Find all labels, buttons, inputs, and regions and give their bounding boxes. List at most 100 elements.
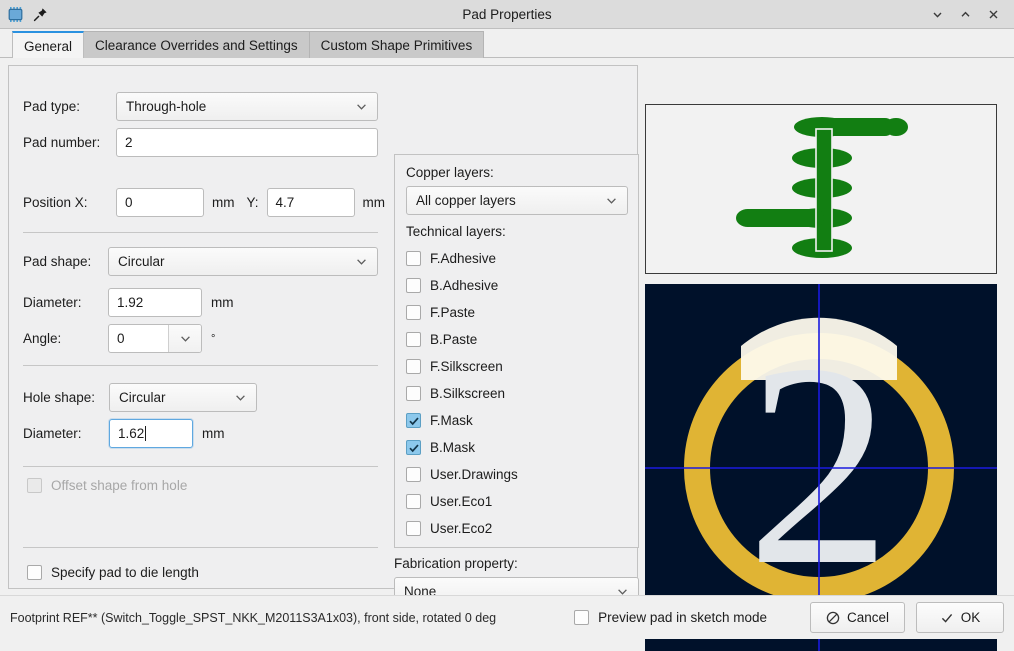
angle-row: Angle: 0 ° <box>23 324 215 353</box>
pad-shape-value: Circular <box>118 254 165 269</box>
position-x-label: Position X: <box>23 195 88 210</box>
position-x-input[interactable]: 0 <box>116 188 204 217</box>
position-y-unit: mm <box>362 195 386 210</box>
tab-general[interactable]: General <box>12 31 85 58</box>
pad-diameter-input[interactable]: 1.92 <box>108 288 202 317</box>
layer-checkbox-user-eco1[interactable]: User.Eco1 <box>406 488 627 515</box>
copper-layers-value: All copper layers <box>416 193 516 208</box>
pad-diameter-value: 1.92 <box>117 295 144 310</box>
chip-icon <box>7 6 24 23</box>
checkbox-box <box>406 359 421 374</box>
layer-checkbox-f-paste[interactable]: F.Paste <box>406 299 627 326</box>
layer-checkbox-b-paste[interactable]: B.Paste <box>406 326 627 353</box>
checkbox-box <box>574 610 590 625</box>
checkbox-box <box>406 494 421 509</box>
die-length-label: Specify pad to die length <box>51 565 199 580</box>
tab-custom-shape-primitives[interactable]: Custom Shape Primitives <box>308 31 485 58</box>
angle-value: 0 <box>117 331 125 346</box>
hole-diameter-input[interactable]: 1.62 <box>109 419 193 448</box>
pad-number-label: Pad number: <box>23 135 101 150</box>
pad-shape-select[interactable]: Circular <box>108 247 378 276</box>
pad-shape-row: Pad shape: Circular <box>23 247 378 276</box>
layer-label: User.Drawings <box>430 467 518 482</box>
separator-1 <box>23 232 378 233</box>
hole-diameter-label: Diameter: <box>23 426 82 441</box>
angle-combo[interactable]: 0 <box>108 324 202 353</box>
checkbox-box <box>27 478 42 493</box>
checkbox-box <box>406 386 421 401</box>
ok-button[interactable]: OK <box>916 602 1004 633</box>
chevron-down-icon <box>347 100 368 113</box>
pad-number-input[interactable]: 2 <box>116 128 378 157</box>
layer-label: B.Mask <box>430 440 476 455</box>
checkbox-box <box>406 278 421 293</box>
layer-checkbox-f-silkscreen[interactable]: F.Silkscreen <box>406 353 627 380</box>
fabrication-label: Fabrication property: <box>394 556 518 571</box>
pad-type-row: Pad type: Through-hole <box>23 92 378 121</box>
window-title: Pad Properties <box>462 6 552 22</box>
position-y-value: 4.7 <box>275 195 295 210</box>
pad-diameter-label: Diameter: <box>23 295 82 310</box>
dialog-content: Pad type: Through-hole Pad number: 2 Pos… <box>0 58 1014 651</box>
pad-diameter-unit: mm <box>211 295 234 310</box>
layer-checkbox-b-adhesive[interactable]: B.Adhesive <box>406 272 627 299</box>
chevron-up-icon <box>960 11 970 17</box>
layer-checkbox-b-mask[interactable]: B.Mask <box>406 434 627 461</box>
angle-unit: ° <box>211 332 216 345</box>
checkbox-box <box>406 440 421 455</box>
copper-layers-label: Copper layers: <box>406 165 494 180</box>
pad-number-row: Pad number: 2 <box>23 128 378 157</box>
copper-layers-select[interactable]: All copper layers <box>406 186 628 215</box>
layer-label: F.Mask <box>430 413 473 428</box>
layer-label: User.Eco1 <box>430 494 493 509</box>
pad-stack-cross-section <box>645 104 997 274</box>
separator-4 <box>23 547 378 548</box>
sketch-mode-label: Preview pad in sketch mode <box>598 610 767 625</box>
cancel-icon <box>826 611 840 624</box>
position-y-input[interactable]: 4.7 <box>266 188 355 217</box>
minimize-button[interactable] <box>924 3 950 25</box>
check-icon <box>941 613 952 623</box>
cancel-label: Cancel <box>846 610 889 625</box>
layer-label: B.Silkscreen <box>430 386 506 401</box>
chevron-down-icon <box>347 255 368 268</box>
checkbox-box <box>406 332 421 347</box>
layer-checkbox-user-drawings[interactable]: User.Drawings <box>406 461 627 488</box>
tab-clearance-overrides[interactable]: Clearance Overrides and Settings <box>83 31 310 58</box>
layer-checkbox-b-silkscreen[interactable]: B.Silkscreen <box>406 380 627 407</box>
tab-label: Custom Shape Primitives <box>320 37 473 53</box>
offset-shape-label: Offset shape from hole <box>51 478 188 493</box>
tab-bar: General Clearance Overrides and Settings… <box>0 29 1014 58</box>
pad-diameter-row: Diameter: 1.92 mm <box>23 288 234 317</box>
layer-checkbox-user-eco2[interactable]: User.Eco2 <box>406 515 627 542</box>
cancel-button[interactable]: Cancel <box>809 602 905 633</box>
chevron-down-icon[interactable] <box>168 325 201 352</box>
checkbox-box <box>406 467 421 482</box>
position-x-unit: mm <box>212 195 235 210</box>
title-bar: Pad Properties <box>0 0 1014 29</box>
pad-shape-label: Pad shape: <box>23 254 92 269</box>
pad-type-select[interactable]: Through-hole <box>116 92 378 121</box>
hole-diameter-unit: mm <box>202 426 225 441</box>
hole-shape-select[interactable]: Circular <box>109 383 257 412</box>
pin-icon[interactable] <box>33 7 48 22</box>
layer-checkbox-f-adhesive[interactable]: F.Adhesive <box>406 245 627 272</box>
text-caret <box>145 426 147 441</box>
layer-label: F.Paste <box>430 305 476 320</box>
close-button[interactable] <box>980 3 1006 25</box>
die-length-checkbox[interactable]: Specify pad to die length <box>27 565 199 580</box>
layer-label: B.Adhesive <box>430 278 499 293</box>
technical-layers-label: Technical layers: <box>406 224 506 239</box>
layer-label: B.Paste <box>430 332 478 347</box>
sketch-mode-checkbox[interactable]: Preview pad in sketch mode <box>574 610 767 625</box>
separator-2 <box>23 365 378 366</box>
chevron-down-icon <box>932 12 942 18</box>
dialog-footer: Footprint REF** (Switch_Toggle_SPST_NKK_… <box>0 595 1014 639</box>
position-y-label: Y: <box>246 195 259 210</box>
layer-checkbox-f-mask[interactable]: F.Mask <box>406 407 627 434</box>
checkbox-box <box>406 251 421 266</box>
tab-label: General <box>24 38 73 54</box>
hole-shape-label: Hole shape: <box>23 390 96 405</box>
pad-type-label: Pad type: <box>23 99 81 114</box>
maximize-button[interactable] <box>952 3 978 25</box>
